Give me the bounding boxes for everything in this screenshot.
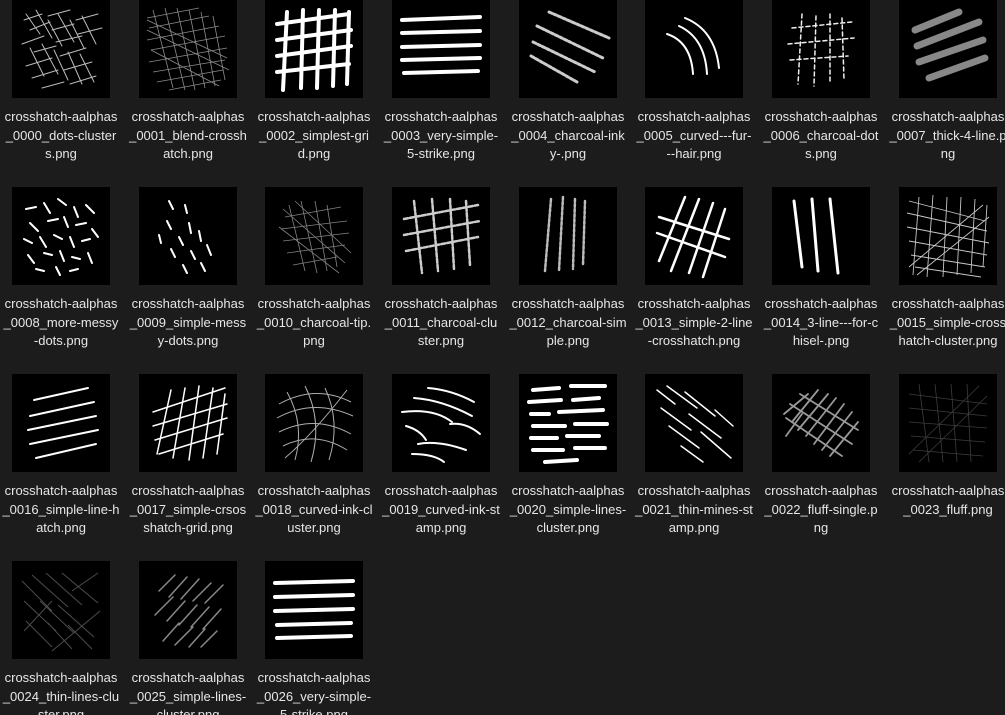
file-tile[interactable]: crosshatch-aalphas_0026_very-simple-5-st… — [253, 561, 375, 715]
file-tile[interactable]: crosshatch-aalphas_0001_blend-crosshatch… — [127, 0, 249, 164]
more-messy-dots-brush-icon — [12, 187, 110, 285]
simple-line-hatch-brush-icon — [12, 374, 110, 472]
five-strike-brush-icon — [392, 0, 490, 98]
file-tile[interactable]: crosshatch-aalphas_0008_more-messy-dots.… — [0, 187, 122, 351]
file-name: crosshatch-aalphas_0008_more-messy-dots.… — [3, 296, 119, 348]
charcoal-cluster-brush-icon — [392, 187, 490, 285]
file-name: crosshatch-aalphas_0011_charcoal-cluster… — [384, 296, 498, 348]
file-name: crosshatch-aalphas_0023_fluff.png — [891, 483, 1005, 517]
curved-fur-hair-brush-icon — [645, 0, 743, 98]
file-name: crosshatch-aalphas_0000_dots-clusters.pn… — [4, 109, 118, 161]
file-name: crosshatch-aalphas_0006_charcoal-dots.pn… — [763, 109, 879, 161]
crosshatch-grid-brush-icon — [139, 374, 237, 472]
file-tile[interactable]: crosshatch-aalphas_0015_simple-crosshatc… — [887, 187, 1005, 351]
two-line-crosshatch-brush-icon — [645, 187, 743, 285]
three-line-chisel-brush-icon — [772, 187, 870, 285]
file-tile[interactable]: crosshatch-aalphas_0019_curved-ink-stamp… — [380, 374, 502, 538]
file-tile[interactable]: crosshatch-aalphas_0022_fluff-single.png — [760, 374, 882, 538]
file-tile[interactable]: crosshatch-aalphas_0010_charcoal-tip.png — [253, 187, 375, 351]
simple-lines-cluster-brush-icon — [519, 374, 617, 472]
file-name: crosshatch-aalphas_0026_very-simple-5-st… — [256, 670, 372, 715]
file-name: crosshatch-aalphas_0014_3-line---for-chi… — [763, 296, 879, 348]
file-tile[interactable]: crosshatch-aalphas_0007_thick-4-line.png — [887, 0, 1005, 164]
file-tile[interactable]: crosshatch-aalphas_0002_simplest-grid.pn… — [253, 0, 375, 164]
file-tile[interactable]: crosshatch-aalphas_0013_simple-2-line-cr… — [633, 187, 755, 351]
file-tile[interactable]: crosshatch-aalphas_0020_simple-lines-clu… — [507, 374, 629, 538]
file-tile[interactable]: crosshatch-aalphas_0024_thin-lines-clust… — [0, 561, 122, 715]
file-tile[interactable]: crosshatch-aalphas_0009_simple-messy-dot… — [127, 187, 249, 351]
charcoal-inky-brush-icon — [519, 0, 617, 98]
file-thumbnail-grid: crosshatch-aalphas_0000_dots-clusters.pn… — [0, 0, 1005, 715]
file-name: crosshatch-aalphas_0004_charcoal-inky-.p… — [511, 109, 625, 161]
file-name: crosshatch-aalphas_0003_very-simple-5-st… — [383, 109, 499, 161]
thin-lines-cluster-brush-icon — [12, 561, 110, 659]
charcoal-dots-brush-icon — [772, 0, 870, 98]
file-tile[interactable]: crosshatch-aalphas_0014_3-line---for-chi… — [760, 187, 882, 351]
file-name: crosshatch-aalphas_0024_thin-lines-clust… — [2, 670, 120, 715]
file-tile[interactable]: crosshatch-aalphas_0011_charcoal-cluster… — [380, 187, 502, 351]
file-tile[interactable]: crosshatch-aalphas_0025_simple-lines-clu… — [127, 561, 249, 715]
blend-crosshatch-brush-icon — [139, 0, 237, 98]
file-name: crosshatch-aalphas_0012_charcoal-simple.… — [509, 296, 627, 348]
file-name: crosshatch-aalphas_0005_curved---fur---h… — [636, 109, 752, 161]
curved-ink-stamp-brush-icon — [392, 374, 490, 472]
file-name: crosshatch-aalphas_0013_simple-2-line-cr… — [635, 296, 753, 348]
file-tile[interactable]: crosshatch-aalphas_0004_charcoal-inky-.p… — [507, 0, 629, 164]
file-tile[interactable]: crosshatch-aalphas_0023_fluff.png — [887, 374, 1005, 519]
file-tile[interactable]: crosshatch-aalphas_0016_simple-line-hatc… — [0, 374, 122, 538]
file-tile[interactable]: crosshatch-aalphas_0005_curved---fur---h… — [633, 0, 755, 164]
file-tile[interactable]: crosshatch-aalphas_0018_curved-ink-clust… — [253, 374, 375, 538]
fluff-single-brush-icon — [772, 374, 870, 472]
file-name: crosshatch-aalphas_0019_curved-ink-stamp… — [382, 483, 500, 535]
simple-lines-cluster-2-brush-icon — [139, 561, 237, 659]
simplest-grid-brush-icon — [265, 0, 363, 98]
five-strike-2-brush-icon — [265, 561, 363, 659]
file-name: crosshatch-aalphas_0001_blend-crosshatch… — [129, 109, 247, 161]
curved-ink-cluster-brush-icon — [265, 374, 363, 472]
simple-messy-dots-brush-icon — [139, 187, 237, 285]
charcoal-simple-brush-icon — [519, 187, 617, 285]
file-name: crosshatch-aalphas_0002_simplest-grid.pn… — [257, 109, 371, 161]
file-name: crosshatch-aalphas_0016_simple-line-hatc… — [2, 483, 120, 535]
thin-mines-stamp-brush-icon — [645, 374, 743, 472]
file-name: crosshatch-aalphas_0010_charcoal-tip.png — [256, 296, 372, 348]
file-name: crosshatch-aalphas_0025_simple-lines-clu… — [129, 670, 247, 715]
file-tile[interactable]: crosshatch-aalphas_0017_simple-crsosshat… — [127, 374, 249, 538]
file-tile[interactable]: crosshatch-aalphas_0000_dots-clusters.pn… — [0, 0, 122, 164]
file-name: crosshatch-aalphas_0017_simple-crsosshat… — [129, 483, 247, 535]
charcoal-tip-brush-icon — [265, 187, 363, 285]
file-name: crosshatch-aalphas_0022_fluff-single.png — [764, 483, 878, 535]
file-name: crosshatch-aalphas_0009_simple-messy-dot… — [129, 296, 247, 348]
file-name: crosshatch-aalphas_0018_curved-ink-clust… — [255, 483, 373, 535]
fluff-brush-icon — [899, 374, 997, 472]
file-tile[interactable]: crosshatch-aalphas_0021_thin-mines-stamp… — [633, 374, 755, 538]
file-tile[interactable]: crosshatch-aalphas_0003_very-simple-5-st… — [380, 0, 502, 164]
file-name: crosshatch-aalphas_0021_thin-mines-stamp… — [635, 483, 753, 535]
file-name: crosshatch-aalphas_0007_thick-4-line.png — [889, 109, 1005, 161]
file-name: crosshatch-aalphas_0020_simple-lines-clu… — [509, 483, 627, 535]
thick-4-line-brush-icon — [899, 0, 997, 98]
dots-clusters-brush-icon — [12, 0, 110, 98]
file-tile[interactable]: crosshatch-aalphas_0006_charcoal-dots.pn… — [760, 0, 882, 164]
file-tile[interactable]: crosshatch-aalphas_0012_charcoal-simple.… — [507, 187, 629, 351]
crosshatch-cluster-brush-icon — [899, 187, 997, 285]
file-name: crosshatch-aalphas_0015_simple-crosshatc… — [889, 296, 1005, 348]
